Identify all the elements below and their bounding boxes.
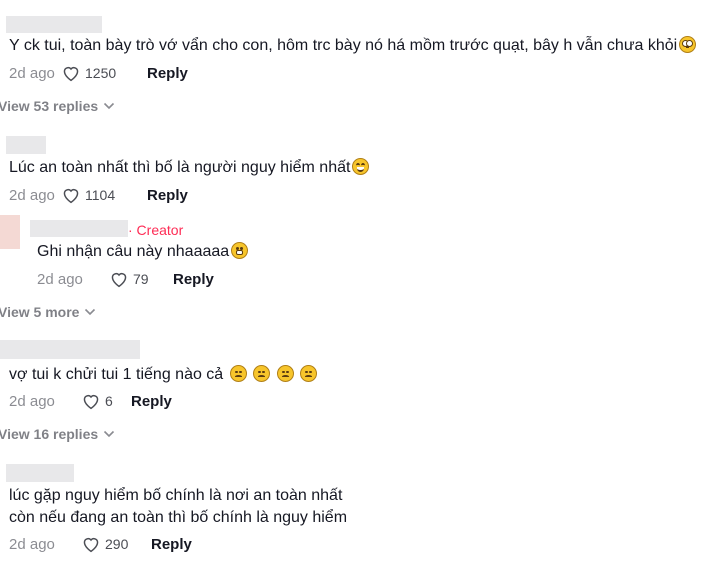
view-replies-button[interactable]: View 53 replies (0, 98, 115, 114)
username-blurred[interactable] (6, 16, 102, 33)
comment-date: 2d ago (9, 64, 55, 82)
like-count: 1250 (85, 65, 117, 81)
username-blurred[interactable] (30, 220, 128, 237)
like-count: 79 (133, 271, 149, 287)
creator-badge: · Creator (128, 222, 184, 238)
like-count: 290 (105, 536, 129, 552)
reply-button[interactable]: Reply (147, 187, 188, 204)
comment-meta: 2d ago 1250 Reply (9, 63, 188, 83)
heart-outline-icon[interactable] (61, 64, 81, 82)
heart-outline-icon[interactable] (81, 392, 101, 410)
creator-avatar[interactable] (0, 215, 20, 249)
chevron-down-icon (104, 102, 115, 110)
view-more-button[interactable]: View 5 more (0, 304, 96, 320)
comment-meta: 2d ago 79 Reply (37, 269, 214, 289)
reply-button[interactable]: Reply (173, 271, 214, 288)
reply-button[interactable]: Reply (147, 65, 188, 82)
heart-outline-icon[interactable] (61, 186, 81, 204)
pensive-face-icon (276, 365, 294, 382)
username-blurred[interactable] (6, 464, 74, 482)
comment-text-line-1: lúc gặp nguy hiểm bố chính là nơi an toà… (9, 487, 343, 504)
heart-outline-icon[interactable] (81, 535, 101, 553)
comment-meta: 2d ago 290 Reply (9, 534, 192, 554)
comment-date: 2d ago (9, 392, 55, 410)
username-blurred[interactable] (0, 340, 140, 359)
comment-list: Y ck tui, toàn bày trò vớ vẩn cho con, h… (0, 0, 726, 570)
pensive-face-icon (229, 365, 247, 382)
view-replies-button[interactable]: View 16 replies (0, 426, 115, 442)
comment-date: 2d ago (9, 186, 55, 204)
comment-date: 2d ago (9, 535, 55, 553)
comment-meta: 2d ago 6 Reply (9, 391, 172, 411)
username-blurred[interactable] (6, 136, 46, 154)
chevron-down-icon (85, 308, 96, 316)
comment-text: Y ck tui, toàn bày trò vớ vẩn cho con, h… (9, 35, 697, 57)
comment-date: 2d ago (37, 270, 83, 288)
comment-text-line-2: còn nếu đang an toàn thì bố chính là ngu… (9, 509, 348, 526)
reply-button[interactable]: Reply (131, 393, 172, 410)
comment-text: Lúc an toàn nhất thì bố là người nguy hi… (9, 157, 370, 179)
like-count: 6 (105, 393, 113, 409)
grinning-face-icon (231, 242, 249, 259)
like-count: 1104 (85, 187, 116, 203)
chevron-down-icon (104, 430, 115, 438)
face-with-tears-of-joy-icon (352, 158, 370, 175)
reply-button[interactable]: Reply (151, 536, 192, 553)
comment-text: vợ tui k chửi tui 1 tiếng nào cả (9, 364, 318, 386)
pensive-face-icon (300, 365, 318, 382)
pensive-face-icon (253, 365, 271, 382)
comment-meta: 2d ago 1104 Reply (9, 185, 188, 205)
heart-outline-icon[interactable] (109, 270, 129, 288)
comment-text: Ghi nhận câu này nhaaaaa (37, 241, 249, 263)
face-with-rolling-eyes-icon (679, 36, 697, 53)
